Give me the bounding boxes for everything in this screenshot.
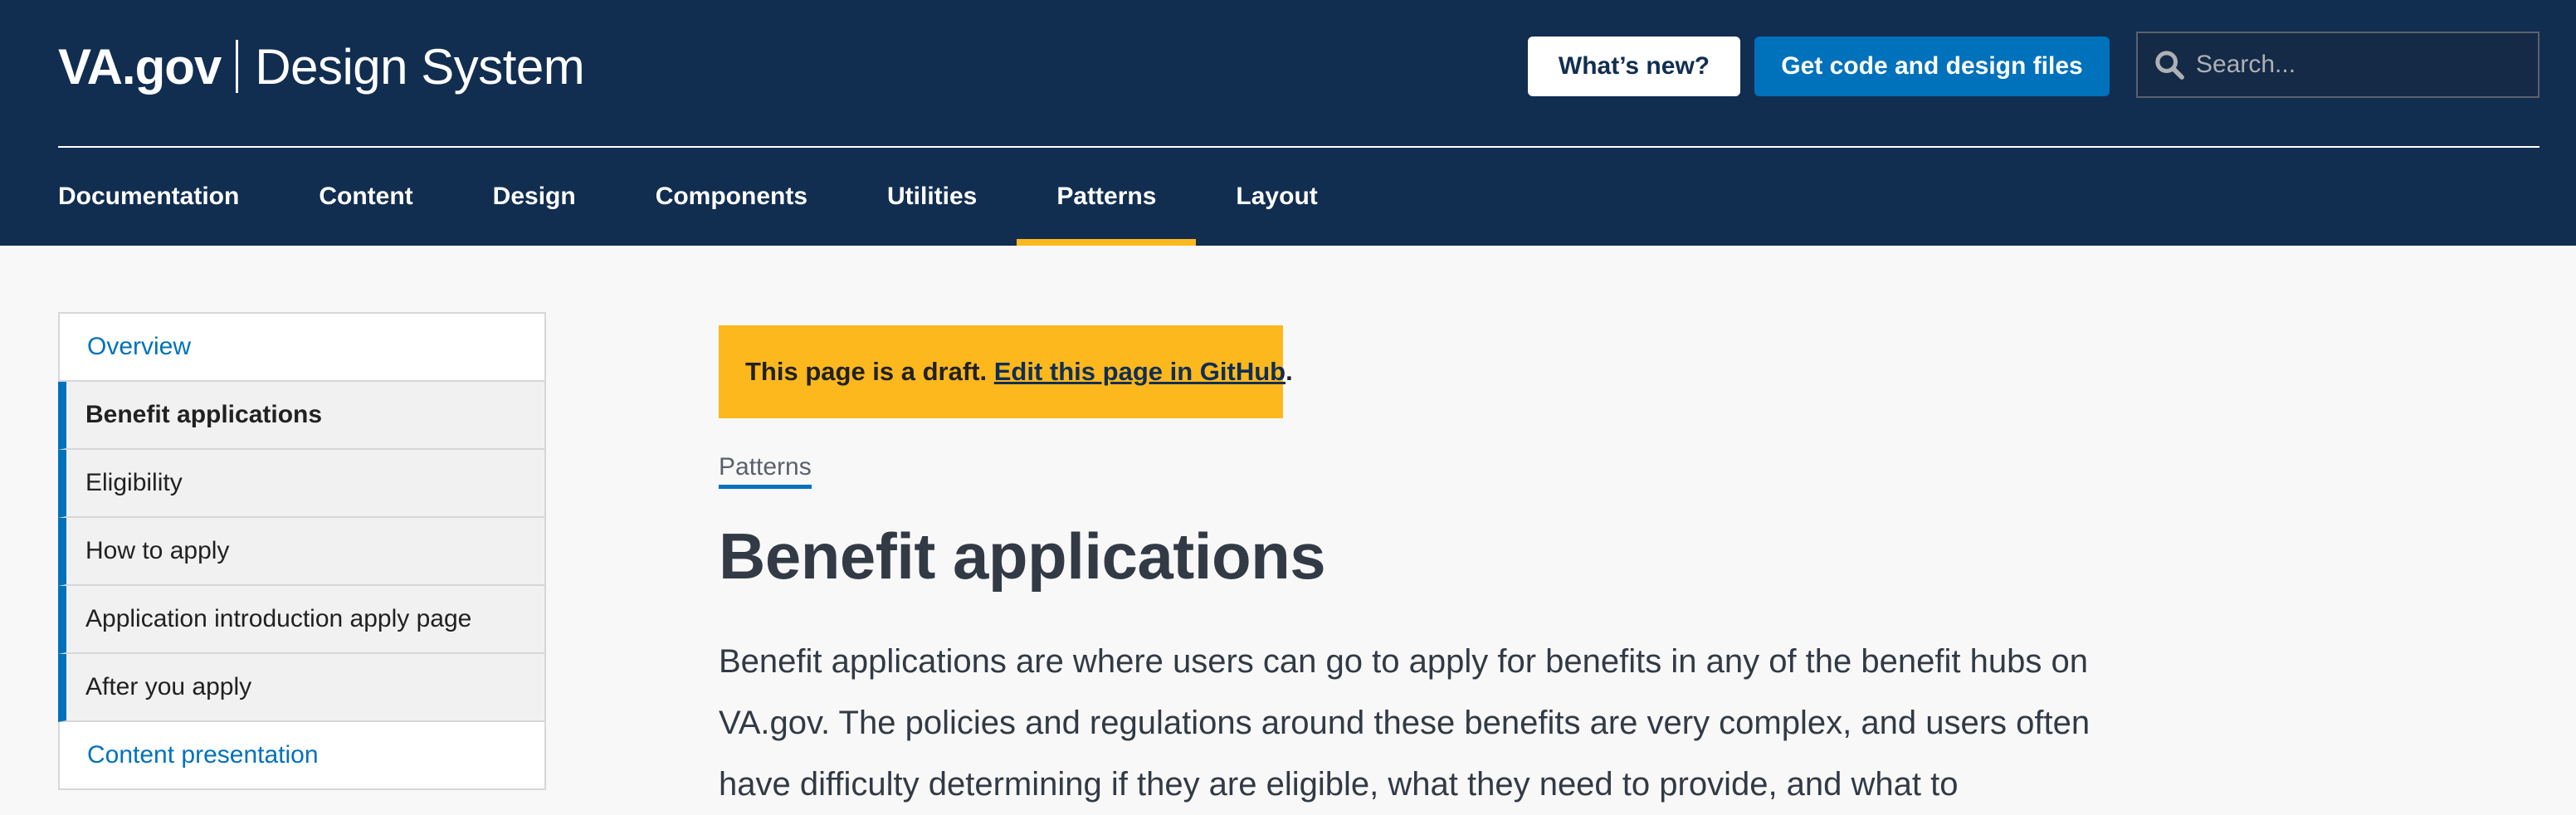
search-input[interactable]: [2194, 50, 2513, 80]
site-logo[interactable]: VA.gov Design System: [58, 33, 585, 100]
nav-layout[interactable]: Layout: [1196, 148, 1357, 246]
sidenav-after-you-apply[interactable]: After you apply: [58, 654, 544, 722]
whats-new-button[interactable]: What’s new?: [1528, 37, 1740, 96]
nav-documentation[interactable]: Documentation: [58, 148, 279, 246]
nav-components[interactable]: Components: [616, 148, 847, 246]
get-code-button[interactable]: Get code and design files: [1754, 37, 2110, 96]
side-nav: Overview Benefit applications Eligibilit…: [58, 312, 546, 790]
sidenav-application-introduction[interactable]: Application introduction apply page: [58, 586, 544, 654]
sidenav-overview[interactable]: Overview: [60, 314, 544, 382]
sidenav-how-to-apply[interactable]: How to apply: [58, 518, 544, 586]
sidenav-content-presentation[interactable]: Content presentation: [60, 722, 544, 790]
brand-title: Design System: [255, 38, 585, 95]
lead-paragraph: Benefit applications are where users can…: [719, 643, 2091, 803]
search-box[interactable]: [2136, 32, 2539, 98]
nav-design[interactable]: Design: [453, 148, 616, 246]
search-icon[interactable]: [2153, 48, 2186, 81]
page-title: Benefit applications: [719, 520, 1326, 593]
edit-in-github-link[interactable]: Edit this page in GitHub: [994, 357, 1286, 387]
main-content: This page is a draft. Edit this page in …: [719, 325, 2113, 815]
nav-content[interactable]: Content: [279, 148, 452, 246]
site-header: VA.gov Design System What’s new? Get cod…: [0, 0, 2576, 246]
draft-text: This page is a draft.: [745, 357, 988, 386]
draft-alert: This page is a draft. Edit this page in …: [719, 325, 1293, 418]
brand-divider: [236, 40, 239, 93]
nav-patterns[interactable]: Patterns: [1017, 148, 1197, 246]
sidenav-eligibility[interactable]: Eligibility: [58, 450, 544, 518]
breadcrumb[interactable]: Patterns: [719, 453, 812, 489]
draft-period: .: [1286, 357, 1293, 386]
sidenav-benefit-applications[interactable]: Benefit applications: [58, 382, 544, 450]
brand-va: VA.gov: [58, 38, 222, 95]
nav-utilities[interactable]: Utilities: [847, 148, 1017, 246]
primary-nav: Documentation Content Design Components …: [58, 148, 1358, 246]
